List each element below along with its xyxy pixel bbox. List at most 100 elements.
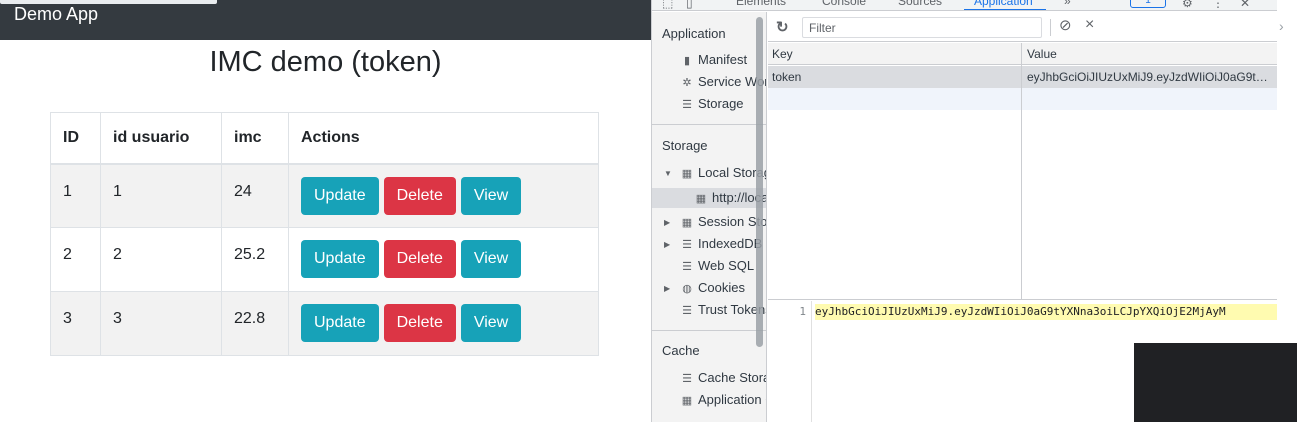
table-icon: ▦ xyxy=(681,217,693,229)
database-icon: ☰ xyxy=(682,261,692,273)
overlay-block xyxy=(1134,343,1297,422)
sidebar-item-trust-tokens[interactable]: ☰ Trust Tokens xyxy=(680,302,766,317)
sidebar-scrollbar[interactable] xyxy=(756,17,763,347)
grid-cell-key: token xyxy=(772,70,802,84)
sidebar-item-cookies[interactable]: ◍ Cookies xyxy=(680,280,745,295)
filter-toolbar: ↻ ⊘ × xyxy=(768,12,1278,42)
grid-row[interactable]: token eyJhbGciOiJIUzUxMiJ9.eyJzdWIiOiJ0a… xyxy=(768,66,1278,88)
sidebar-header-cache: Cache xyxy=(662,343,700,358)
chevron-right-icon[interactable]: › xyxy=(1279,18,1284,34)
table-icon: ▦ xyxy=(681,395,693,407)
grid-cell-value: eyJhbGciOiJIUzUxMiJ9.eyJzdWIiOiJ0aG9tYXN… xyxy=(1027,70,1275,84)
cell-id: 3 xyxy=(50,291,101,356)
table-icon: ▦ xyxy=(681,168,693,180)
devtools-tabbar: ⬚ ▯ Elements Console Sources Application… xyxy=(652,0,1278,11)
sidebar-item-application-cache[interactable]: ▦Application Cache xyxy=(680,392,766,407)
cell-user: 1 xyxy=(100,163,222,228)
delete-button[interactable]: Delete xyxy=(383,304,456,342)
view-button[interactable]: View xyxy=(460,304,522,342)
update-button[interactable]: Update xyxy=(301,176,379,215)
cell-actions: Update Delete View xyxy=(288,163,599,228)
tab-sources[interactable]: Sources xyxy=(898,0,942,8)
header-actions: Actions xyxy=(288,112,599,165)
database-icon: ☰ xyxy=(682,99,692,111)
expand-triangle-down-icon[interactable]: ▼ xyxy=(664,169,672,178)
close-devtools-icon[interactable]: ✕ xyxy=(1240,0,1250,10)
cell-imc: 24 xyxy=(221,163,289,228)
gear-icon: ✲ xyxy=(682,77,692,89)
sidebar-divider xyxy=(652,124,766,125)
expand-triangle-right-icon[interactable]: ▶ xyxy=(664,218,670,227)
update-button[interactable]: Update xyxy=(301,240,379,278)
column-header-value[interactable]: Value xyxy=(1027,47,1057,61)
sidebar-item-service-workers[interactable]: ✲Service Workers xyxy=(680,74,766,89)
filter-input[interactable] xyxy=(802,17,1042,38)
cell-actions: Update Delete View xyxy=(288,291,599,356)
table-icon: ▦ xyxy=(695,193,707,205)
column-header-key[interactable]: Key xyxy=(772,47,793,61)
cell-imc: 22.8 xyxy=(221,291,289,356)
tab-application[interactable]: Application xyxy=(974,0,1033,8)
expand-triangle-right-icon[interactable]: ▶ xyxy=(664,284,670,293)
grid-empty-row xyxy=(768,88,1278,110)
cell-id: 1 xyxy=(50,163,101,228)
update-button[interactable]: Update xyxy=(301,304,379,342)
sidebar-header-application: Application xyxy=(662,26,726,41)
header-id: ID xyxy=(50,112,101,165)
sidebar-item-web-sql[interactable]: ☰ Web SQL xyxy=(680,258,754,273)
nav-brand[interactable]: Demo App xyxy=(14,4,98,24)
cell-user: 2 xyxy=(100,227,222,292)
screen: Demo App IMC demo (token) ID id usuario … xyxy=(0,0,1297,422)
sidebar-item-cache-storage[interactable]: ☰Cache Storage xyxy=(680,370,766,385)
sidebar-item-storage[interactable]: ☰ Storage xyxy=(680,96,743,111)
expand-triangle-right-icon[interactable]: ▶ xyxy=(664,240,670,249)
delete-button[interactable]: Delete xyxy=(383,240,456,278)
sidebar-item-indexeddb[interactable]: ☰ IndexedDB xyxy=(680,236,762,251)
more-options-icon[interactable]: ⋮ xyxy=(1212,0,1224,10)
active-tab-indicator xyxy=(964,9,1046,10)
table-row: 1 1 24 Update Delete View xyxy=(50,163,599,228)
settings-gear-icon[interactable]: ⚙ xyxy=(1182,0,1193,10)
header-id-usuario: id usuario xyxy=(100,112,222,165)
cell-imc: 25.2 xyxy=(221,227,289,292)
line-number-gutter: 1 xyxy=(768,301,812,422)
delete-selected-icon[interactable]: × xyxy=(1085,16,1094,34)
page-title: IMC demo (token) xyxy=(209,46,442,78)
app-navbar: Demo App xyxy=(0,0,651,40)
refresh-icon[interactable]: ↻ xyxy=(776,18,789,36)
sidebar-item-manifest[interactable]: ▮ Manifest xyxy=(680,52,747,67)
header-imc: imc xyxy=(221,112,289,165)
sidebar-header-storage: Storage xyxy=(662,138,708,153)
database-icon: ☰ xyxy=(682,373,692,385)
database-icon: ☰ xyxy=(682,305,692,317)
cell-user: 3 xyxy=(100,291,222,356)
table-row: 2 2 25.2 Update Delete View xyxy=(50,227,599,292)
document-icon: ▮ xyxy=(683,55,691,67)
key-value-grid: Key Value token eyJhbGciOiJIUzUxMiJ9.eyJ… xyxy=(768,43,1278,300)
imc-table: ID id usuario imc Actions 1 1 24 Update D… xyxy=(50,112,599,356)
line-number: 1 xyxy=(799,305,806,318)
clear-all-icon[interactable]: ⊘ xyxy=(1059,16,1072,34)
table-row: 3 3 22.8 Update Delete View xyxy=(50,291,599,356)
tab-console[interactable]: Console xyxy=(822,0,866,8)
sidebar-item-session-storage[interactable]: ▦Session Storage xyxy=(680,214,766,229)
device-toolbar-icon[interactable]: ▯ xyxy=(686,0,693,10)
more-tabs-icon[interactable]: » xyxy=(1064,0,1071,8)
table-header-row: ID id usuario imc Actions xyxy=(50,112,599,165)
sidebar-item-local-storage[interactable]: ▦Local Storage xyxy=(680,165,766,180)
cell-id: 2 xyxy=(50,227,101,292)
issues-badge[interactable]: 1 xyxy=(1130,0,1166,8)
inspect-element-icon[interactable]: ⬚ xyxy=(662,0,673,10)
cookie-icon: ◍ xyxy=(682,283,692,295)
database-icon: ☰ xyxy=(682,239,692,251)
toolbar-separator xyxy=(1050,19,1051,36)
view-button[interactable]: View xyxy=(460,240,522,278)
view-button[interactable]: View xyxy=(460,176,522,215)
cell-actions: Update Delete View xyxy=(288,227,599,292)
tab-elements[interactable]: Elements xyxy=(736,0,786,8)
delete-button[interactable]: Delete xyxy=(383,176,456,215)
preview-code-line[interactable]: eyJhbGciOiJIUzUxMiJ9.eyJzdWIiOiJ0aG9tYXN… xyxy=(815,304,1278,320)
grid-header: Key Value xyxy=(768,43,1278,65)
sidebar-divider xyxy=(652,330,766,331)
application-sidebar: Application ▮Manifest ✲Service Workers ☰… xyxy=(652,12,767,422)
